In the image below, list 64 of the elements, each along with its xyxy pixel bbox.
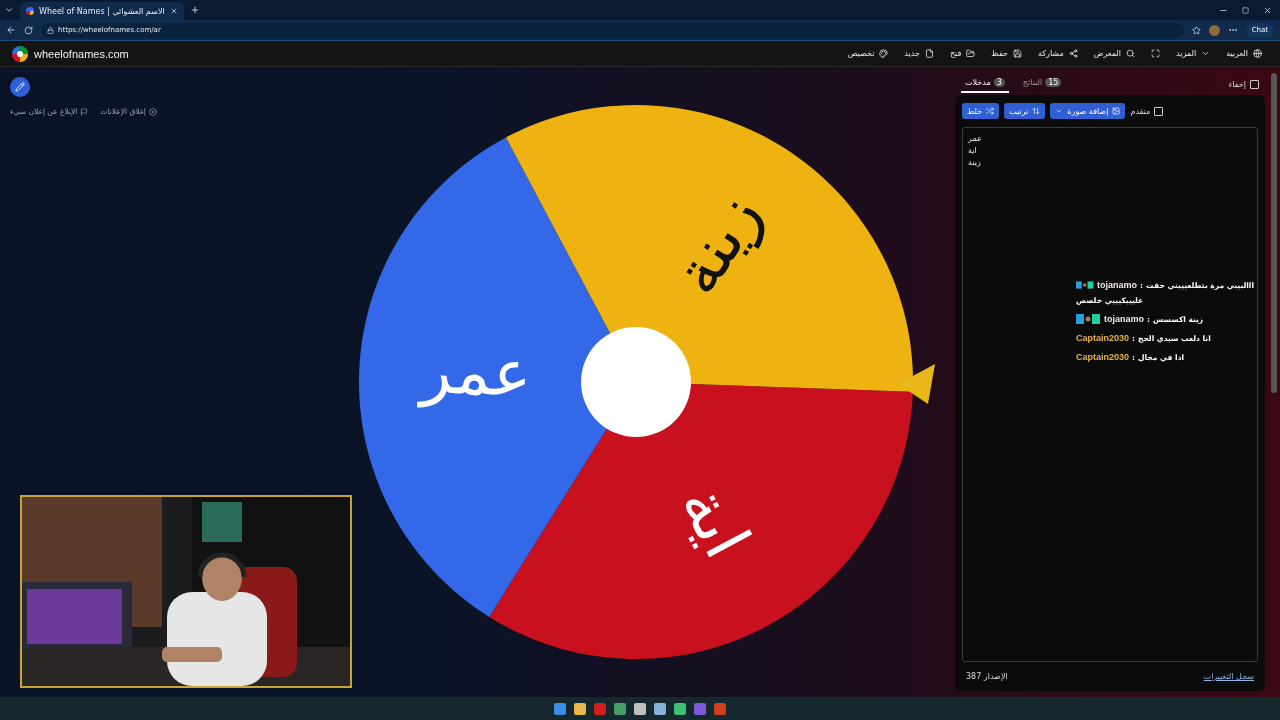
new-tab-icon[interactable] [189, 5, 200, 15]
reload-icon[interactable] [24, 25, 33, 35]
taskbar-app-icon[interactable] [554, 702, 566, 715]
menu-item[interactable]: حفظ [991, 49, 1022, 58]
folder-icon [966, 49, 976, 58]
chat-username: Captain2030 [1076, 352, 1130, 362]
site-name: wheelofnames.com [34, 47, 129, 60]
taskbar-app-icon[interactable] [614, 702, 626, 715]
hide-checkbox[interactable]: إخفاء [1228, 79, 1259, 89]
close-icon[interactable] [169, 7, 178, 15]
file-icon [924, 49, 934, 58]
toolbar-button[interactable]: ترتيب [1004, 103, 1046, 119]
site-logo-icon [12, 45, 28, 62]
toolbar-button[interactable]: إضافة صورة [1050, 103, 1126, 119]
caret-icon [1201, 49, 1211, 58]
share-icon [1068, 49, 1078, 58]
taskbar-app-icon[interactable] [654, 702, 666, 715]
scrollbar[interactable] [1271, 73, 1277, 393]
browser-tab[interactable]: Wheel of Names | الاسم العشوائي [20, 2, 184, 20]
pointer-icon [898, 364, 935, 404]
menu-item[interactable]: جديد [904, 49, 934, 58]
taskbar-app-icon[interactable] [674, 702, 686, 715]
menu-item[interactable] [1151, 49, 1160, 58]
flag-icon [80, 107, 89, 116]
lock-icon [47, 26, 54, 34]
taskbar-app-icon[interactable] [634, 702, 646, 715]
chat-username: Captain2030 [1076, 333, 1130, 343]
tab-list-icon[interactable] [4, 5, 14, 15]
advanced-checkbox[interactable]: متقدم [1130, 106, 1164, 116]
shuffle-icon [986, 107, 995, 115]
menu-item[interactable]: المعرض [1093, 49, 1135, 58]
chat-username: tojanamo [1104, 314, 1144, 324]
sort-icon [1032, 107, 1041, 115]
caret-icon [1055, 107, 1064, 115]
palette-icon [879, 49, 889, 58]
globe-icon [1253, 49, 1262, 58]
menu-item[interactable]: مشاركة [1037, 49, 1078, 58]
pencil-icon [15, 82, 25, 92]
restore-icon[interactable] [1242, 5, 1249, 15]
menu-item[interactable]: المزيد [1176, 49, 1211, 58]
badge-icons [1076, 280, 1095, 290]
back-icon[interactable] [6, 25, 16, 35]
site-logo-icon [26, 7, 34, 15]
fullscreen-icon [1151, 49, 1160, 58]
profile-avatar[interactable] [1208, 24, 1220, 36]
wheel-label: عمر [419, 333, 533, 411]
star-icon[interactable] [1191, 25, 1201, 35]
chat-username: tojanamo [1097, 280, 1138, 290]
menu-item[interactable]: العربية [1226, 49, 1262, 58]
toolbar-button[interactable]: خلط [962, 103, 1000, 119]
wheel-hub[interactable] [581, 327, 691, 437]
edit-button[interactable] [10, 77, 30, 97]
changelog-link[interactable]: سجل التغييرات [1203, 672, 1254, 681]
search-icon [1126, 49, 1135, 58]
wheel-label: اية [665, 472, 765, 570]
version-label: الإصدار 387 [966, 672, 1008, 681]
close-icon[interactable] [1263, 5, 1272, 15]
image-icon [1112, 107, 1121, 115]
taskbar-app-icon[interactable] [574, 702, 586, 715]
badge-icons [1076, 314, 1101, 324]
wheel-label: زينة [658, 180, 776, 307]
menu-item[interactable]: تخصيص [847, 49, 889, 58]
close-icon [148, 107, 157, 116]
menu-item[interactable]: فتح [949, 49, 976, 58]
